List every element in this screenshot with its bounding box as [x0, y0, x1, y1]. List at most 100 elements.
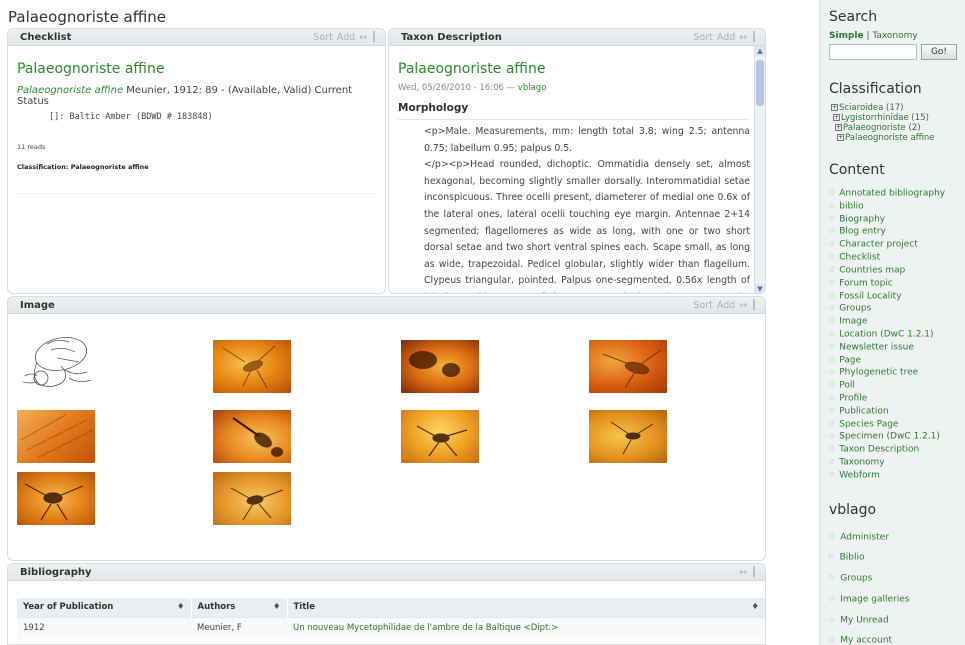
content-type-link[interactable]: Character project — [839, 240, 918, 250]
amber-specimen-thumbnail[interactable] — [213, 410, 291, 463]
resize-icon[interactable]: ↔ — [739, 32, 747, 43]
content-list-item[interactable]: Phylogenetic tree — [829, 366, 965, 379]
tree-node-link[interactable]: Palaeognoriste affine — [845, 133, 935, 143]
checklist-name-italic[interactable]: Palaeognoriste affine — [17, 85, 123, 96]
add-button[interactable]: Add — [717, 300, 735, 311]
content-type-link[interactable]: biblio — [839, 201, 863, 211]
user-menu-link[interactable]: My Unread — [840, 615, 889, 625]
content-type-link[interactable]: Poll — [839, 381, 855, 391]
content-list-item[interactable]: Character project — [829, 238, 965, 251]
publication-link[interactable]: Un nouveau Mycetophilidae de l'ambre de … — [293, 623, 558, 633]
scroll-down-arrow-icon[interactable]: ▼ — [755, 284, 765, 293]
content-type-link[interactable]: Taxon Description — [839, 445, 919, 455]
content-type-link[interactable]: Blog entry — [839, 227, 886, 237]
amber-specimen-thumbnail[interactable] — [213, 472, 291, 525]
tree-node-link[interactable]: Palaeognoriste — [843, 123, 906, 133]
content-type-link[interactable]: Phylogenetic tree — [839, 368, 918, 378]
content-list-item[interactable]: Annotated bibliography — [829, 187, 965, 200]
content-list-item[interactable]: Species Page — [829, 418, 965, 431]
amber-specimen-thumbnail[interactable] — [17, 410, 95, 463]
content-type-link[interactable]: Annotated bibliography — [839, 189, 945, 199]
search-input[interactable] — [829, 44, 917, 60]
amber-specimen-thumbnail[interactable] — [401, 340, 479, 393]
panel-menu-icon[interactable]: ┃ — [751, 300, 757, 311]
content-list-item[interactable]: Blog entry — [829, 225, 965, 238]
resize-icon[interactable]: ↔ — [359, 32, 367, 43]
resize-icon[interactable]: ↔ — [739, 300, 747, 311]
scroll-up-arrow-icon[interactable]: ▲ — [755, 46, 765, 56]
content-type-link[interactable]: Profile — [839, 394, 867, 404]
content-list-item[interactable]: Taxon Description — [829, 443, 965, 456]
content-list-item[interactable]: Publication — [829, 405, 965, 418]
user-menu-link[interactable]: Image galleries — [840, 594, 909, 604]
add-button[interactable]: Add — [717, 32, 735, 43]
content-list-item[interactable]: Taxonomy — [829, 456, 965, 469]
content-list-item[interactable]: Webform — [829, 469, 965, 482]
column-header-authors[interactable]: Authors ♦ — [191, 598, 288, 617]
search-simple-link[interactable]: Simple — [829, 31, 864, 41]
sort-button[interactable]: Sort — [693, 32, 712, 43]
content-list-item[interactable]: Biography — [829, 213, 965, 226]
panel-menu-icon[interactable]: ┃ — [371, 32, 377, 43]
content-list-item[interactable]: Groups — [829, 302, 965, 315]
expand-icon[interactable]: + — [837, 134, 844, 141]
sort-icon[interactable]: ♦ — [177, 602, 185, 612]
user-menu-link[interactable]: My account — [840, 636, 892, 645]
tree-node-link[interactable]: Lygistorrhinidae — [841, 113, 909, 123]
content-type-link[interactable]: Biography — [839, 214, 885, 224]
content-type-link[interactable]: Location (DwC 1.2.1) — [839, 330, 933, 340]
content-type-link[interactable]: Fossil Locality — [839, 291, 901, 301]
content-list-item[interactable]: Newsletter issue — [829, 341, 965, 354]
amber-specimen-thumbnail[interactable] — [17, 472, 95, 525]
user-menu-item[interactable]: Groups — [829, 568, 965, 589]
add-button[interactable]: Add — [337, 32, 355, 43]
expand-icon[interactable]: + — [835, 124, 842, 131]
content-type-link[interactable]: Groups — [839, 304, 871, 314]
taxon-description-link[interactable]: Palaeognoriste affine — [398, 61, 545, 77]
scroll-thumb[interactable] — [756, 60, 764, 106]
amber-specimen-thumbnail[interactable] — [589, 410, 667, 463]
expand-icon[interactable]: + — [833, 114, 840, 121]
content-type-link[interactable]: Specimen (DwC 1.2.1) — [839, 432, 940, 442]
amber-specimen-thumbnail[interactable] — [401, 410, 479, 463]
search-go-button[interactable]: Go! — [921, 44, 957, 60]
expand-icon[interactable]: + — [831, 104, 838, 111]
amber-specimen-thumbnail[interactable] — [589, 340, 667, 393]
checklist-header[interactable]: Checklist Sort Add ↔ ┃ — [8, 29, 385, 46]
sort-button[interactable]: Sort — [313, 32, 332, 43]
content-type-link[interactable]: Page — [839, 355, 861, 365]
sort-icon[interactable]: ♦ — [273, 602, 281, 612]
drawing-thumbnail[interactable] — [17, 332, 99, 392]
user-menu-item[interactable]: My account — [829, 630, 965, 645]
content-type-link[interactable]: Image — [839, 317, 867, 327]
content-type-link[interactable]: Taxonomy — [839, 458, 884, 468]
bibliography-header[interactable]: Bibliography ↔ ┃ — [8, 564, 765, 581]
resize-icon[interactable]: ↔ — [739, 567, 747, 578]
user-menu-item[interactable]: Administer — [829, 527, 965, 548]
user-menu-item[interactable]: Biblio — [829, 547, 965, 568]
column-header-year[interactable]: Year of Publication ♦ — [17, 598, 192, 617]
content-list-item[interactable]: Page — [829, 354, 965, 367]
panel-menu-icon[interactable]: ┃ — [751, 567, 757, 578]
sort-icon[interactable]: ♦ — [751, 602, 759, 612]
content-type-link[interactable]: Species Page — [839, 419, 898, 429]
search-taxonomy-link[interactable]: Taxonomy — [872, 31, 917, 41]
content-list-item[interactable]: Image — [829, 315, 965, 328]
checklist-taxon-link[interactable]: Palaeognoriste affine — [17, 61, 164, 77]
content-list-item[interactable]: Poll — [829, 379, 965, 392]
content-type-link[interactable]: Countries map — [839, 265, 905, 275]
content-list-item[interactable]: Countries map — [829, 264, 965, 277]
user-menu-link[interactable]: Biblio — [840, 553, 865, 563]
panel-menu-icon[interactable]: ┃ — [751, 32, 757, 43]
content-type-link[interactable]: Newsletter issue — [839, 342, 914, 352]
content-list-item[interactable]: Location (DwC 1.2.1) — [829, 328, 965, 341]
content-type-link[interactable]: Forum topic — [839, 278, 893, 288]
image-header[interactable]: Image Sort Add ↔ ┃ — [8, 297, 765, 314]
user-menu-item[interactable]: My Unread — [829, 610, 965, 631]
amber-specimen-thumbnail[interactable] — [213, 340, 291, 393]
sort-button[interactable]: Sort — [693, 300, 712, 311]
vertical-scrollbar[interactable]: ▲ ▼ — [754, 46, 765, 293]
user-menu-item[interactable]: Image galleries — [829, 589, 965, 610]
content-list-item[interactable]: Checklist — [829, 251, 965, 264]
content-list-item[interactable]: Specimen (DwC 1.2.1) — [829, 430, 965, 443]
